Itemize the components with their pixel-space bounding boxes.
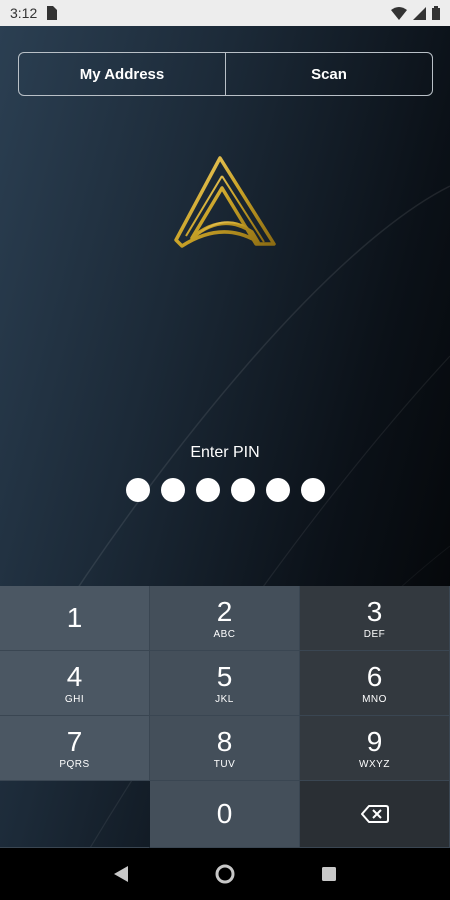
key-3[interactable]: 3 DEF xyxy=(300,586,450,651)
key-5[interactable]: 5 JKL xyxy=(150,651,300,716)
system-nav-bar xyxy=(0,848,450,900)
key-1[interactable]: 1 xyxy=(0,586,150,651)
key-number: 6 xyxy=(366,660,383,692)
key-number: 1 xyxy=(66,602,83,633)
key-letters: TUV xyxy=(213,758,236,770)
key-6[interactable]: 6 MNO xyxy=(300,651,450,716)
scan-button[interactable]: Scan xyxy=(225,53,432,95)
key-number: 0 xyxy=(216,798,233,829)
signal-icon xyxy=(413,6,426,20)
key-number: 2 xyxy=(216,595,233,627)
key-letters: ABC xyxy=(213,628,236,640)
my-address-button[interactable]: My Address xyxy=(19,53,225,95)
address-scan-toggle: My Address Scan xyxy=(18,52,433,96)
pin-screen: My Address Scan Enter PIN 1 2 ABC 3 DEF … xyxy=(0,26,450,848)
key-number: 3 xyxy=(366,595,383,627)
status-time: 3:12 xyxy=(10,5,38,21)
pin-dots xyxy=(0,478,450,502)
key-letters: PQRS xyxy=(59,758,90,770)
pin-dot xyxy=(160,478,185,502)
key-letters: JKL xyxy=(215,693,234,705)
key-2[interactable]: 2 ABC xyxy=(150,586,300,651)
recents-nav-icon[interactable] xyxy=(321,866,337,882)
battery-icon xyxy=(432,6,440,20)
key-4[interactable]: 4 GHI xyxy=(0,651,150,716)
app-logo xyxy=(174,156,276,248)
key-8[interactable]: 8 TUV xyxy=(150,716,300,781)
wifi-icon xyxy=(391,6,407,20)
key-number: 7 xyxy=(66,725,83,757)
key-letters: GHI xyxy=(64,693,85,705)
backspace-icon xyxy=(360,805,389,823)
key-9[interactable]: 9 WXYZ xyxy=(300,716,450,781)
key-number: 5 xyxy=(216,660,233,692)
pin-dot xyxy=(300,478,325,502)
pin-dot xyxy=(125,478,150,502)
key-0[interactable]: 0 xyxy=(150,781,300,848)
status-bar: 3:12 xyxy=(0,0,450,26)
key-letters: MNO xyxy=(362,693,387,705)
key-letters: DEF xyxy=(363,628,386,640)
backspace-button[interactable] xyxy=(300,781,450,848)
home-nav-icon[interactable] xyxy=(215,864,235,884)
key-number: 8 xyxy=(216,725,233,757)
key-number: 9 xyxy=(366,725,383,757)
pin-dot xyxy=(230,478,255,502)
sim-card-icon xyxy=(47,6,58,20)
key-number: 4 xyxy=(66,660,83,692)
key-blank xyxy=(0,781,150,848)
numeric-keypad: 1 2 ABC 3 DEF 4 GHI 5 JKL 6 MNO 7 PQRS 8… xyxy=(0,586,450,848)
key-7[interactable]: 7 PQRS xyxy=(0,716,150,781)
enter-pin-label: Enter PIN xyxy=(190,444,260,461)
key-letters: WXYZ xyxy=(359,758,390,770)
pin-dot xyxy=(265,478,290,502)
pin-dot xyxy=(195,478,220,502)
back-nav-icon[interactable] xyxy=(113,865,129,883)
